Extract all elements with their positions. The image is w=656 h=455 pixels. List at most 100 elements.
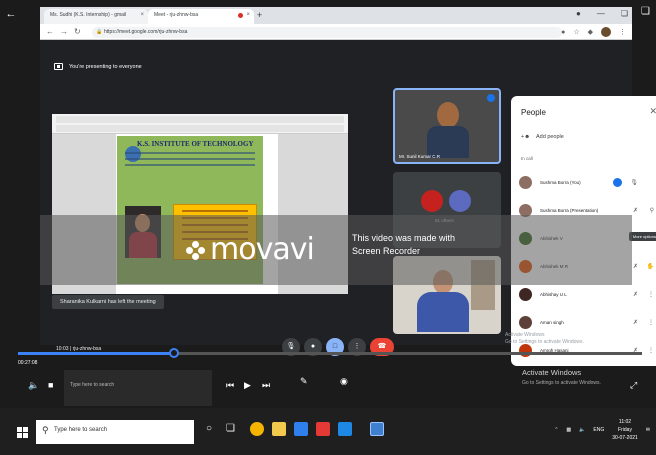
network-icon[interactable]: ▩ [566,427,571,433]
mic-off-icon[interactable]: ✗ [633,291,638,298]
recording-icon [238,13,243,18]
mic-icon[interactable]: 🎙 [630,179,638,186]
search-placeholder: Type here to search [54,427,108,433]
panel-title: People [521,108,546,117]
participant-name: Sushma Borra (You) [540,179,581,185]
taskbar-search-input[interactable]: ⚲ Type here to search [36,420,194,444]
player-timeline[interactable] [18,348,642,358]
timeline-handle[interactable] [169,348,179,358]
presenting-banner: You're presenting to everyone [54,63,142,70]
back-icon[interactable]: ← [46,27,54,36]
add-people-label: Add people [536,134,564,140]
notification-icon[interactable]: ✉ [646,427,650,433]
speed-icon[interactable]: ■ [48,380,53,390]
extension-icon[interactable]: ◆ [588,28,593,36]
participant-tile[interactable]: Mr. Sunil Kumar C.R [393,88,501,164]
shared-toolbar [52,114,348,134]
edit-icon[interactable]: ✎ [300,376,308,387]
restore-icon[interactable]: ❏ [621,9,628,18]
add-people-button[interactable]: +☻ Add people [521,134,564,140]
activate-windows-notice: Activate Windows Go to Settings to activ… [505,332,584,345]
url-input[interactable]: 🔒 https://meet.google.com/rju-zhnw-bsa [92,27,562,38]
toolbar-icons: ● ☆ ◆ ⋮ [561,27,626,37]
tab-bar: Ms. Sudhi (K.S. Internship) - gmail × Me… [40,7,632,24]
system-tray: ⌃ ▩ 🔈 ENG 11:02 Friday 30-07-2021 ✉ [554,418,650,442]
player-controls: 🔈 ■ Type here to search ⏮ ▶ ⏭ ✎ ◉ ⤢ Acti… [0,366,656,408]
chevron-up-icon[interactable]: ⌃ [554,427,558,433]
windows-taskbar: ⚲ Type here to search ○ ❏ ⌃ ▩ 🔈 ENG 11:0… [0,408,656,455]
search-icon: ⚲ [42,425,49,435]
language-indicator[interactable]: ENG [593,427,604,433]
video-player: ← ⋮ — ❏ Ms. Sudhi (K.S. Internship) - gm… [0,0,656,408]
forward-icon[interactable]: → [60,27,68,36]
window-controls: ● — ❏ [576,9,628,18]
speaking-icon [487,94,495,102]
volume-icon[interactable]: 🔈 [28,380,39,391]
clock[interactable]: 11:02 Friday 30-07-2021 [612,418,638,442]
tab-meet[interactable]: Meet - rju-zhnw-bsa × [148,9,254,24]
pin-icon[interactable]: ⚲ [650,207,654,214]
file-explorer-icon[interactable] [272,422,286,436]
watermark-logo: movavi [210,232,315,267]
fullscreen-icon[interactable]: ⤢ [630,380,637,391]
new-tab-icon[interactable]: + [257,10,262,20]
recorded-search-text: Type here to search [70,382,115,388]
maximize-icon[interactable]: ❏ [641,6,650,17]
url-text: https://meet.google.com/rju-zhnw-bsa [104,29,188,35]
mail-icon[interactable] [338,422,352,436]
tab-gmail[interactable]: Ms. Sudhi (K.S. Internship) - gmail × [44,9,148,24]
cortana-icon[interactable]: ○ [206,423,212,434]
chrome-icon[interactable] [250,422,264,436]
mic-off-icon[interactable]: ✗ [633,263,638,270]
forward-icon[interactable]: ⏭ [262,380,270,391]
address-bar: ← → ↻ 🔒 https://meet.google.com/rju-zhnw… [40,24,632,40]
volume-icon[interactable]: 🔈 [579,427,585,433]
tab-label: Meet - rju-zhnw-bsa [154,12,199,18]
watermark-band: movavi This video was made with Screen R… [40,215,632,285]
avatar[interactable] [601,27,611,37]
windows-start-icon[interactable] [17,427,28,438]
close-icon[interactable]: × [140,12,144,18]
menu-icon[interactable]: ⋮ [619,28,626,36]
recorded-taskbar: Type here to search [64,370,212,406]
avatar [449,190,471,212]
store-icon[interactable] [294,422,308,436]
back-arrow-icon[interactable]: ← [4,8,18,20]
camera-icon[interactable]: ● [561,29,565,36]
star-icon[interactable]: ☆ [573,28,579,36]
more-icon[interactable]: ⋮ [648,347,654,354]
watermark-text: This video was made with Screen Recorder [352,233,456,256]
close-icon[interactable]: ✕ [649,106,656,117]
snapshot-icon[interactable]: ◉ [340,376,348,387]
activate-windows-watermark: Activate Windows Go to Settings to activ… [522,368,601,386]
minimize-icon[interactable]: — [597,9,605,18]
tab-label: Ms. Sudhi (K.S. Internship) - gmail [50,12,127,18]
play-icon[interactable]: ▶ [244,380,251,391]
presenting-text: You're presenting to everyone [69,63,142,70]
participant-name: Aman singh [540,319,564,325]
rewind-icon[interactable]: ⏮ [226,380,234,391]
task-view-icon[interactable]: ❏ [226,423,235,434]
mic-off-icon[interactable]: ✗ [633,319,638,326]
avatar [421,190,443,212]
movavi-app-icon[interactable] [370,422,384,436]
more-icon[interactable]: ⋮ [648,319,654,326]
participant-left-toast: Sharanika Kulkarni has left the meeting [52,295,164,309]
avatar [519,315,532,329]
browser-window: Ms. Sudhi (K.S. Internship) - gmail × Me… [40,7,656,366]
tile-label: Mr. Sunil Kumar C.R [399,154,441,159]
movavi-logo-icon [186,241,206,261]
reload-icon[interactable]: ↻ [74,27,81,36]
speaking-icon [613,177,622,187]
tooltip: More options [628,232,656,241]
more-icon[interactable]: ⋮ [648,291,654,298]
acrobat-icon[interactable] [316,422,330,436]
tab-search-icon[interactable]: ● [576,9,581,18]
close-icon[interactable]: × [246,12,250,18]
meet-stage: You're presenting to everyone K.S. INSTI… [40,40,656,366]
list-item[interactable]: Sushma Borra (You) 🎙 [517,168,656,196]
avatar [519,287,532,301]
poster-title: K.S. INSTITUTE OF TECHNOLOGY [137,140,254,148]
mic-off-icon[interactable]: ✗ [633,207,638,214]
hand-icon[interactable]: ✋ [647,263,654,270]
